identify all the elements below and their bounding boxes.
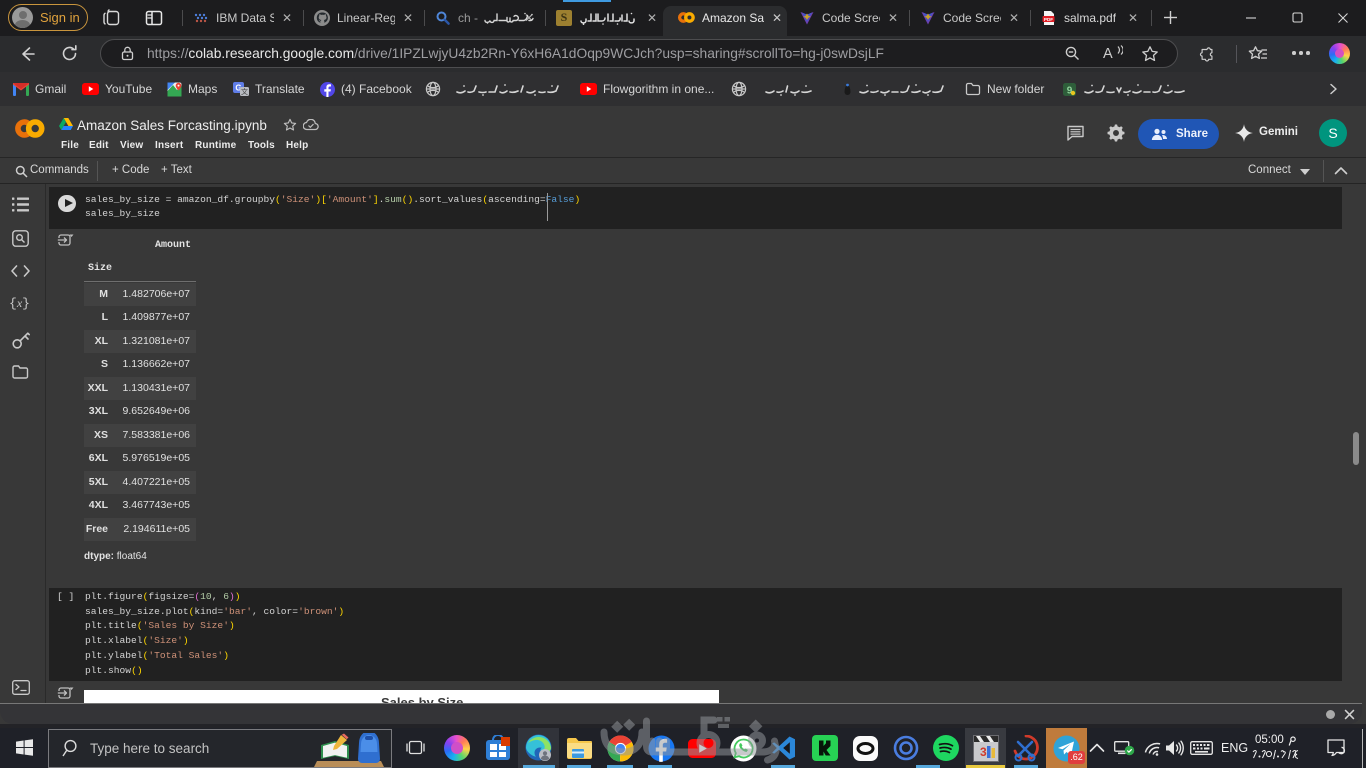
svg-text:3: 3	[980, 745, 987, 759]
svg-text:PDF: PDF	[1044, 16, 1053, 21]
svg-text:文: 文	[241, 87, 248, 96]
